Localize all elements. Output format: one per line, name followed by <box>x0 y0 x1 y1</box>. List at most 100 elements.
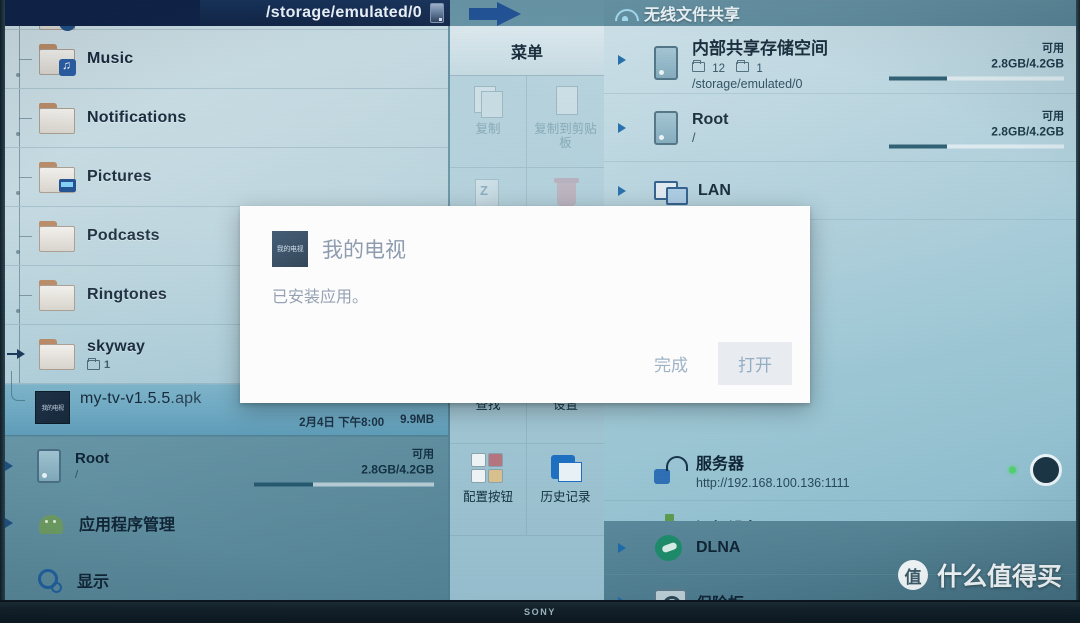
tree-tick <box>19 59 32 60</box>
tree-tick <box>19 177 32 178</box>
server-row[interactable]: 服务器 http://192.168.100.136:1111 <box>604 439 1076 501</box>
dialog-header: 我的电视 我的电视 <box>240 206 810 267</box>
dialog-message: 已安装应用。 <box>272 289 369 306</box>
folder-icon <box>37 221 75 252</box>
status-indicator-dot <box>1009 466 1016 473</box>
device-name: Root <box>692 110 729 128</box>
storage-meter: 可用 2.8GB/4.2GB <box>889 107 1064 148</box>
folder-image-icon <box>37 162 76 193</box>
tree-dot <box>16 309 20 313</box>
apk-extension: .apk <box>170 390 202 407</box>
add-device-label: 添加设备 <box>696 515 760 521</box>
lan-icon <box>654 179 688 205</box>
dialog-title: 我的电视 <box>322 239 406 262</box>
list-item-app-manager[interactable]: 应用程序管理 <box>5 494 448 551</box>
expand-arrow-icon[interactable] <box>618 54 626 65</box>
path-status-bar: /storage/emulated/0 <box>0 0 450 26</box>
dialog-actions: 完成 打开 <box>634 342 792 385</box>
expand-arrow-icon[interactable] <box>17 349 25 359</box>
tree-tick <box>19 118 32 119</box>
current-path: /storage/emulated/0 <box>266 4 422 21</box>
file-name: Pictures <box>87 168 152 185</box>
phone-storage-icon <box>654 110 678 145</box>
menu-item-label: 配置按钮 <box>462 490 513 504</box>
file-row[interactable]: Music <box>5 30 448 89</box>
meter-bar <box>889 76 1064 80</box>
open-button[interactable]: 打开 <box>718 342 792 385</box>
watermark: 值 什么值得买 <box>897 557 1062 593</box>
mini-file-icon <box>736 60 750 72</box>
right-arrow-icon <box>469 2 521 26</box>
device-path: /storage/emulated/0 <box>692 77 803 91</box>
device-path: / <box>692 130 696 145</box>
server-power-toggle[interactable] <box>1030 453 1062 486</box>
mini-folder-icon <box>692 60 705 72</box>
tree-elbow <box>11 371 25 401</box>
storage-meter: 可用 2.8GB/4.2GB <box>889 39 1064 80</box>
file-count: 1 <box>756 63 763 75</box>
file-name: Podcasts <box>87 227 160 244</box>
item-path: / <box>75 469 79 481</box>
header-title: 无线文件共享 <box>644 7 741 24</box>
dlna-icon <box>654 534 684 562</box>
install-complete-dialog[interactable]: 我的电视 我的电视 已安装应用。 完成 打开 <box>240 206 810 403</box>
item-title: DLNA <box>696 538 741 556</box>
done-button[interactable]: 完成 <box>634 342 708 385</box>
storage-device-icon <box>430 3 444 23</box>
menu-item-copy-to-clipboard[interactable]: 复制到剪贴板 <box>527 76 604 168</box>
apk-basename: my-tv-v1.5.5 <box>80 390 171 407</box>
folder-icon <box>37 339 75 370</box>
copy-icon <box>470 84 506 118</box>
tv-bezel-right <box>1076 0 1080 623</box>
folder-count: 12 <box>712 63 725 75</box>
apk-date: 2月4日 下午8:00 <box>299 417 385 429</box>
clipboard-icon <box>548 84 584 118</box>
tree-line <box>19 26 20 29</box>
meter-value: 2.8GB/4.2GB <box>991 124 1064 138</box>
folder-count-value: 1 <box>104 358 111 371</box>
folder-icon <box>37 280 75 311</box>
add-device-row[interactable]: 添加设备 <box>604 501 1076 521</box>
phone-storage-icon <box>654 45 678 80</box>
app-icon: 我的电视 <box>272 231 308 267</box>
plus-icon <box>654 513 684 521</box>
expand-arrow-icon[interactable] <box>618 185 626 196</box>
file-row[interactable]: Pictures <box>5 148 448 207</box>
menu-item-configure-buttons[interactable]: 配置按钮 <box>450 444 527 536</box>
tv-bezel-left <box>0 0 5 600</box>
folder-icon <box>37 103 75 134</box>
list-item-root[interactable]: Root / 可用 2.8GB/4.2GB <box>5 437 448 494</box>
tree-tick <box>19 236 32 237</box>
apk-app-icon: 我的电视 <box>35 391 70 424</box>
device-row-internal-storage[interactable]: 内部共享存储空间 12 1 /storage/emulated/0 可用 2.8… <box>604 26 1076 94</box>
statusbar-spacer <box>0 0 200 26</box>
menu-item-copy[interactable]: 复制 <box>450 76 527 168</box>
zip-file-icon <box>470 176 506 210</box>
left-lower-list[interactable]: Root / 可用 2.8GB/4.2GB 应用程序管理 显示 <box>5 437 448 600</box>
folder-music-icon <box>37 44 76 76</box>
tv-bezel-bottom: SONY <box>0 600 1080 623</box>
tree-dot <box>16 191 20 195</box>
meter-bar <box>254 482 434 486</box>
expand-arrow-icon[interactable] <box>618 122 626 133</box>
meter-label: 可用 <box>1042 42 1064 54</box>
file-row[interactable]: Notifications <box>5 89 448 148</box>
file-name: Ringtones <box>87 286 168 303</box>
device-row-root[interactable]: Root / 可用 2.8GB/4.2GB <box>604 94 1076 162</box>
menu-item-label: 复制到剪贴板 <box>534 122 597 151</box>
meter-value: 2.8GB/4.2GB <box>361 462 434 476</box>
history-icon <box>548 452 584 486</box>
item-title: 应用程序管理 <box>79 516 176 534</box>
wifi-icon <box>614 5 639 21</box>
item-title: 显示 <box>77 573 110 591</box>
file-name: Music <box>87 50 134 67</box>
menu-item-history[interactable]: 历史记录 <box>527 444 604 536</box>
mini-folder-icon <box>87 357 100 370</box>
meter-bar <box>889 144 1064 148</box>
device-counts: 12 1 <box>692 60 828 75</box>
apk-size: 9.9MB <box>400 414 434 426</box>
trash-icon <box>548 176 584 210</box>
expand-arrow-icon[interactable] <box>618 542 626 553</box>
expand-arrow-icon[interactable] <box>5 517 13 528</box>
expand-arrow-icon[interactable] <box>5 460 13 471</box>
